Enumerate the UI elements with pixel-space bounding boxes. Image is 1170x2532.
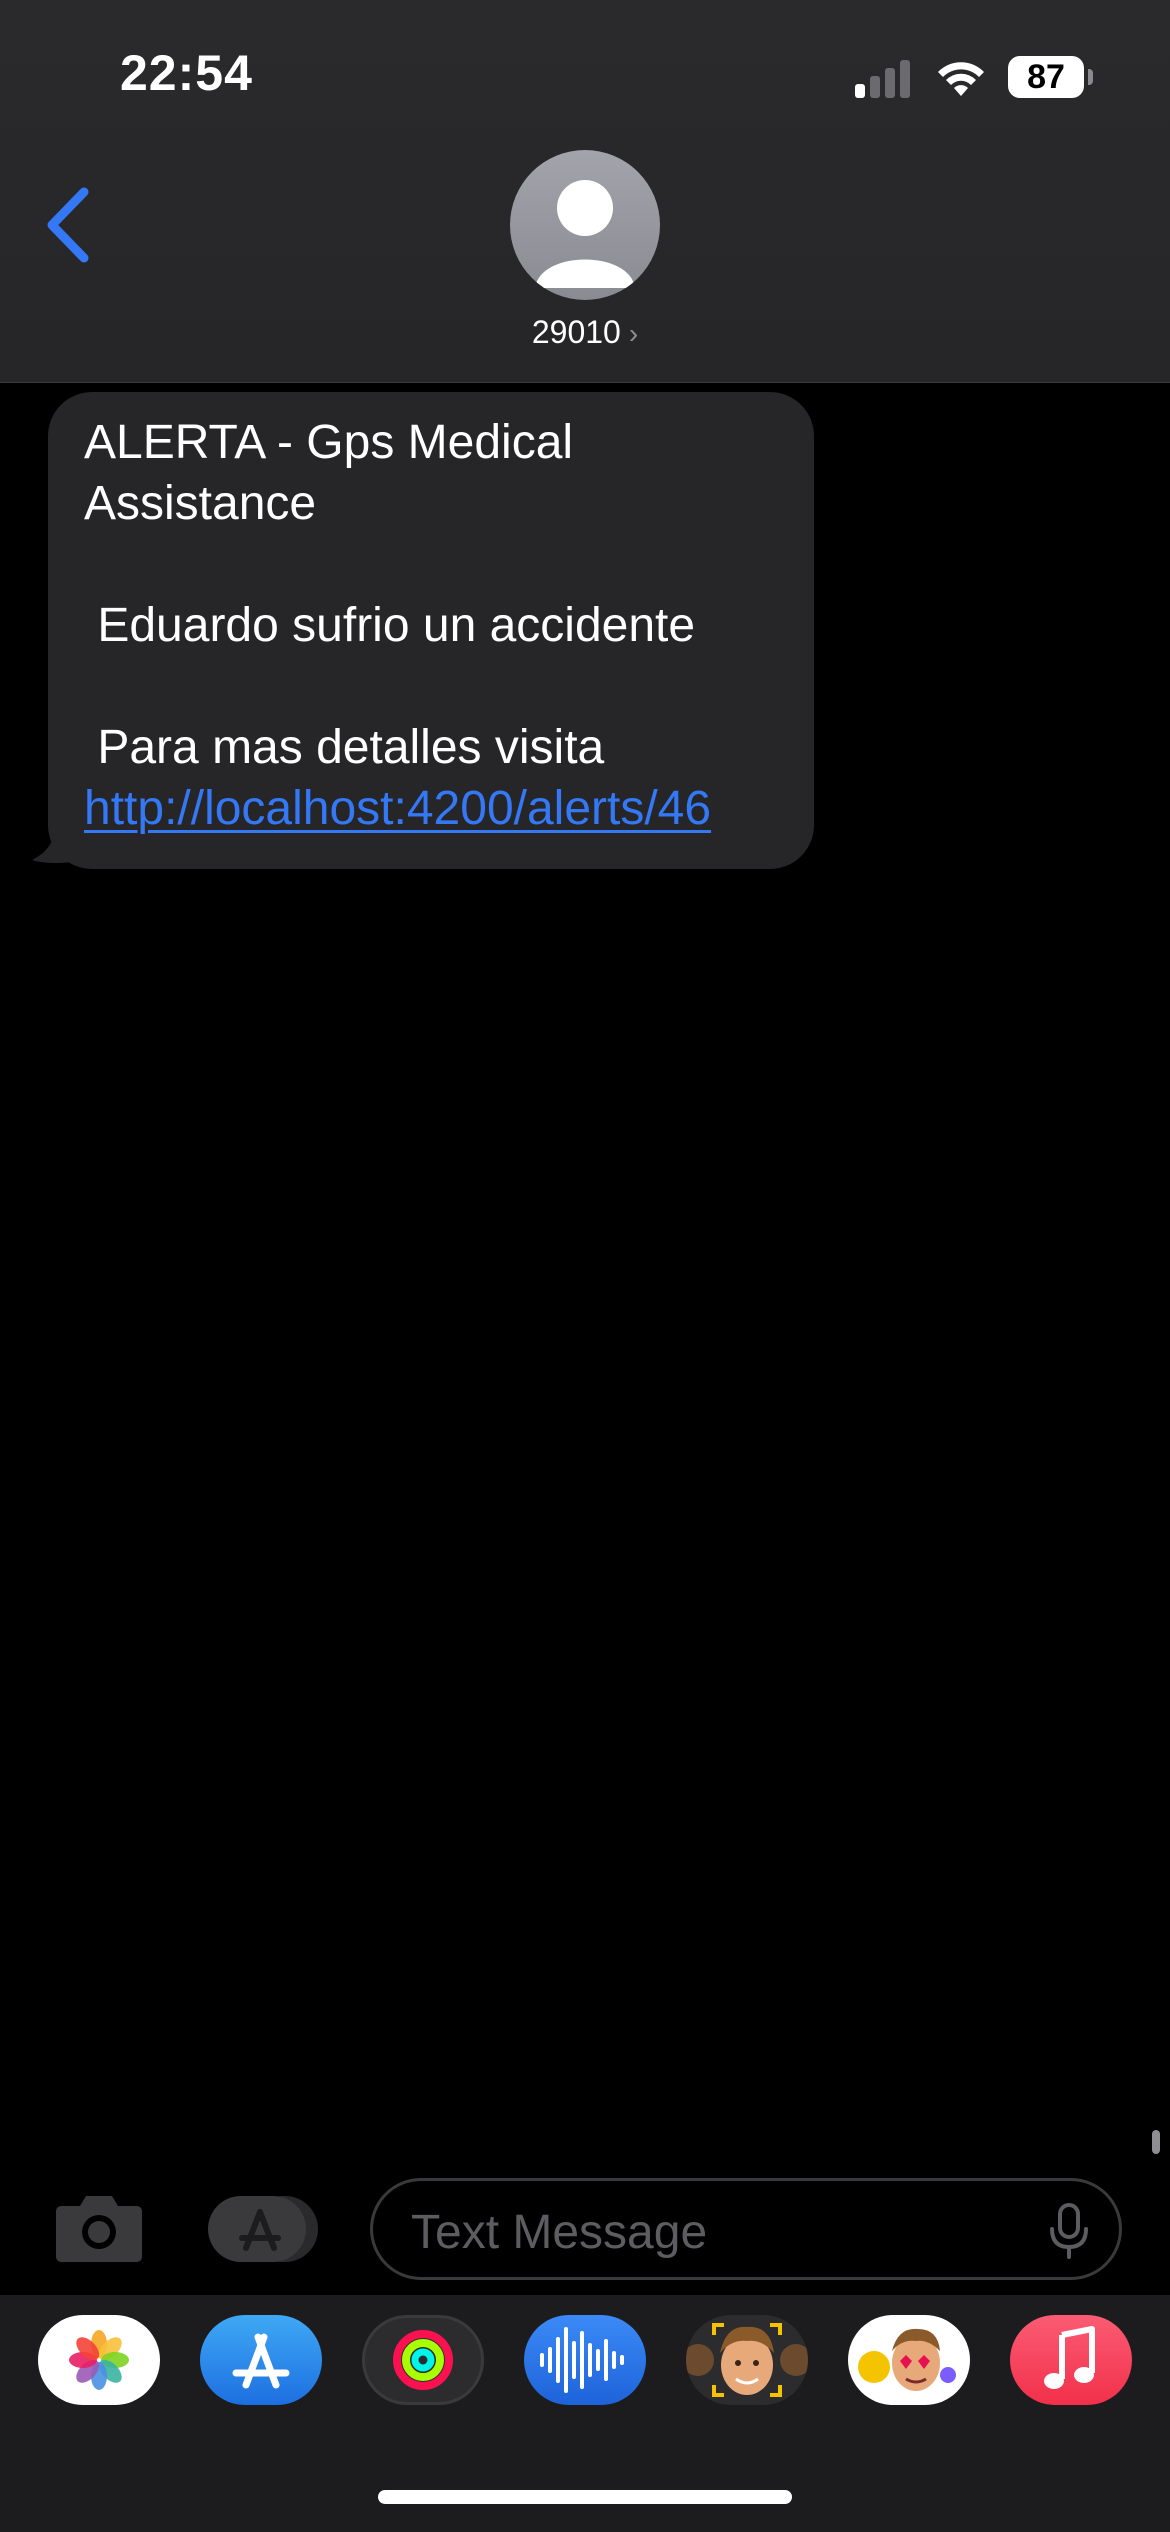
chevron-right-icon: ›: [628, 318, 639, 349]
memoji-stickers-icon[interactable]: [848, 2315, 970, 2405]
home-indicator[interactable]: [378, 2490, 792, 2504]
contact-avatar[interactable]: [510, 150, 660, 300]
music-icon[interactable]: [1010, 2315, 1132, 2405]
person-silhouette-icon: [535, 180, 635, 288]
memoji-icon[interactable]: [686, 2315, 808, 2405]
message-text-field[interactable]: Text Message: [370, 2178, 1122, 2280]
message-gap: [84, 656, 778, 717]
audio-message-icon[interactable]: [524, 2315, 646, 2405]
photos-icon[interactable]: [38, 2315, 160, 2405]
battery-level: 87: [1008, 56, 1084, 98]
wifi-icon: [938, 62, 984, 96]
messages-screen: 22:54 87 29010 › ALERTA - Gps Medical As…: [0, 0, 1170, 2532]
text-field-placeholder: Text Message: [411, 2206, 708, 2259]
status-time: 22:54: [120, 45, 253, 101]
app-store-apps-icon[interactable]: [206, 2192, 320, 2266]
activity-icon[interactable]: [362, 2315, 484, 2405]
app-store-icon[interactable]: [200, 2315, 322, 2405]
incoming-message-bubble[interactable]: ALERTA - Gps Medical Assistance Eduardo …: [48, 392, 814, 869]
cellular-signal-icon: [855, 58, 913, 98]
message-line-1: ALERTA - Gps Medical Assistance: [84, 416, 584, 530]
contact-name: 29010: [531, 314, 621, 350]
contact-name-row[interactable]: 29010 ›: [0, 314, 1170, 351]
conversation-header: 22:54 87 29010 ›: [0, 0, 1170, 383]
message-line-3-text: Para mas detalles visita: [84, 721, 618, 774]
camera-icon[interactable]: [52, 2190, 146, 2264]
message-line-3: Para mas detalles visita http://localhos…: [84, 717, 778, 839]
alert-link[interactable]: http://localhost:4200/alerts/46: [84, 782, 711, 835]
scroll-indicator[interactable]: [1152, 2130, 1160, 2154]
microphone-icon[interactable]: [1049, 2203, 1089, 2259]
back-chevron-icon[interactable]: [40, 184, 100, 266]
message-gap: [84, 534, 778, 595]
message-line-2: Eduardo sufrio un accidente: [84, 599, 696, 652]
battery-cap: [1088, 69, 1093, 85]
